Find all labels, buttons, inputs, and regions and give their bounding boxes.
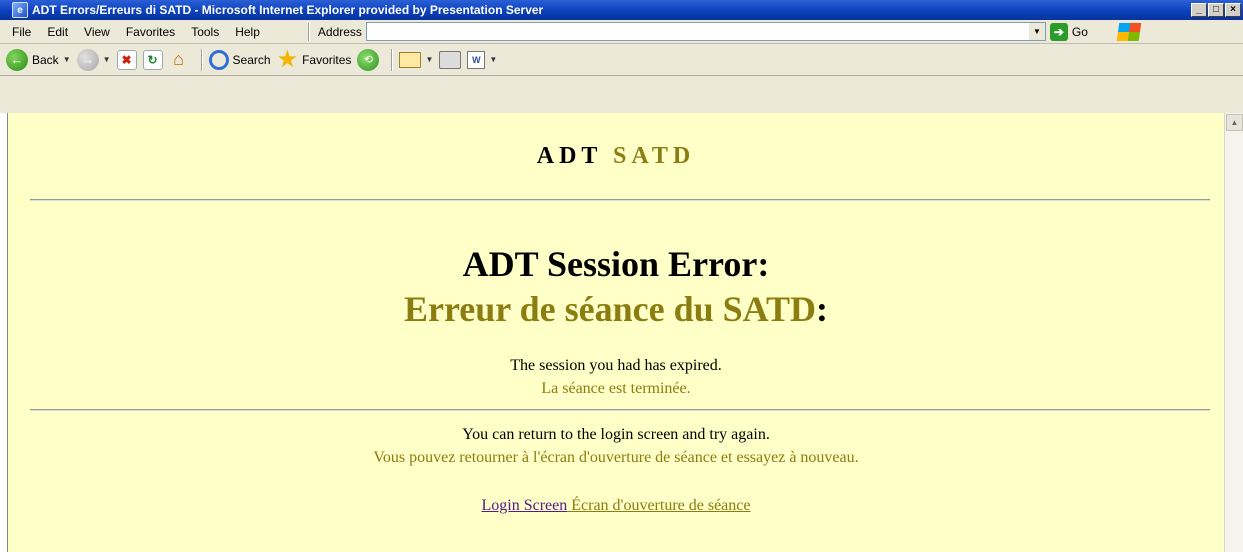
menu-help[interactable]: Help	[227, 25, 268, 39]
menu-favorites[interactable]: Favorites	[118, 25, 183, 39]
menu-edit[interactable]: Edit	[39, 25, 76, 39]
edit-dropdown-icon[interactable]: ▼	[489, 55, 497, 64]
header-fr: SATD	[613, 143, 696, 169]
forward-arrow-icon: →	[76, 48, 99, 71]
message-en: The session you had has expired.	[510, 357, 722, 374]
divider-middle	[30, 409, 1210, 411]
favorites-button[interactable]: ★ Favorites	[276, 45, 352, 73]
window-left-border	[0, 113, 8, 552]
toolbar-spacer	[0, 76, 1243, 113]
menu-file[interactable]: File	[0, 25, 39, 39]
menu-view[interactable]: View	[76, 25, 118, 39]
go-label: Go	[1071, 24, 1088, 39]
home-button[interactable]: ⌂	[169, 49, 189, 70]
go-button[interactable]: ➔ Go	[1049, 22, 1088, 41]
stop-button[interactable]: ✖	[116, 49, 137, 70]
back-label: Back	[32, 52, 59, 67]
login-screen-link-fr-text: Écran d'ouverture de séance	[571, 497, 751, 514]
toolbar-separator	[200, 48, 203, 71]
error-title-fr: Erreur de séance du SATD	[403, 289, 816, 329]
search-button[interactable]: Search	[208, 49, 271, 70]
window-title: ADT Errors/Erreurs di SATD - Microsoft I…	[32, 3, 544, 17]
history-icon: ⟲	[357, 48, 380, 71]
page-content: ADT SATD ADT Session Error: Erreur de sé…	[8, 113, 1224, 552]
error-title-en: ADT Session Error:	[462, 244, 770, 284]
header-en: ADT	[536, 143, 602, 169]
ie-app-icon: e	[12, 2, 28, 18]
back-dropdown-icon[interactable]: ▼	[63, 55, 71, 64]
return-text-fr: Vous pouvez retourner à l'écran d'ouvert…	[373, 449, 859, 466]
minimize-button[interactable]: _	[1191, 3, 1207, 17]
scroll-up-icon[interactable]: ▲	[1226, 114, 1243, 131]
toolbar-separator	[391, 48, 394, 71]
history-button[interactable]: ⟲	[357, 48, 380, 71]
forward-dropdown-icon[interactable]: ▼	[103, 55, 111, 64]
menu-separator	[307, 22, 310, 41]
forward-button[interactable]: → ▼	[76, 48, 111, 71]
return-text-en: You can return to the login screen and t…	[462, 426, 770, 443]
login-screen-link-fr[interactable]: Écran d'ouverture de séance	[567, 497, 750, 514]
favorites-label: Favorites	[302, 52, 352, 67]
close-button[interactable]: ×	[1225, 3, 1241, 17]
login-links: Login Screen Écran d'ouverture de séance	[8, 497, 1224, 515]
divider-top	[30, 199, 1210, 201]
menu-bar: File Edit View Favorites Tools Help Addr…	[0, 20, 1243, 44]
address-input[interactable]	[365, 22, 1030, 41]
address-label: Address	[317, 24, 362, 39]
mail-dropdown-icon[interactable]: ▼	[425, 55, 433, 64]
print-button[interactable]	[439, 50, 462, 69]
search-label: Search	[232, 52, 271, 67]
address-dropdown-icon[interactable]	[1028, 22, 1046, 41]
maximize-button[interactable]: □	[1208, 3, 1224, 17]
toolbar: ← Back ▼ → ▼ ✖ ↻ ⌂ Search ★ Favorites ⟲ …	[0, 44, 1243, 76]
site-header: ADT SATD	[8, 143, 1224, 170]
window-controls: _ □ ×	[1191, 3, 1241, 17]
word-edit-icon: W	[467, 50, 486, 69]
favorites-star-icon: ★	[276, 45, 299, 73]
windows-logo-icon	[1116, 22, 1142, 41]
window-titlebar: e ADT Errors/Erreurs di SATD - Microsoft…	[0, 0, 1243, 20]
go-arrow-icon: ➔	[1049, 22, 1068, 41]
login-screen-link-en[interactable]: Login Screen	[482, 497, 568, 514]
print-icon	[439, 50, 462, 69]
back-button[interactable]: ← Back ▼	[6, 48, 71, 71]
search-icon	[208, 49, 229, 70]
refresh-icon: ↻	[142, 49, 163, 70]
menu-tools[interactable]: Tools	[183, 25, 227, 39]
mail-button[interactable]: ▼	[399, 51, 433, 68]
home-icon: ⌂	[173, 49, 184, 69]
edit-button[interactable]: W ▼	[467, 50, 497, 69]
error-title-fr-colon: :	[816, 289, 828, 329]
mail-icon	[399, 51, 422, 68]
vertical-scrollbar[interactable]: ▲	[1224, 113, 1243, 552]
refresh-button[interactable]: ↻	[142, 49, 163, 70]
error-title-fr-line: Erreur de séance du SATD:	[8, 288, 1224, 330]
message-fr: La séance est terminée.	[541, 380, 691, 397]
back-arrow-icon: ←	[6, 48, 28, 71]
stop-icon: ✖	[116, 49, 137, 70]
